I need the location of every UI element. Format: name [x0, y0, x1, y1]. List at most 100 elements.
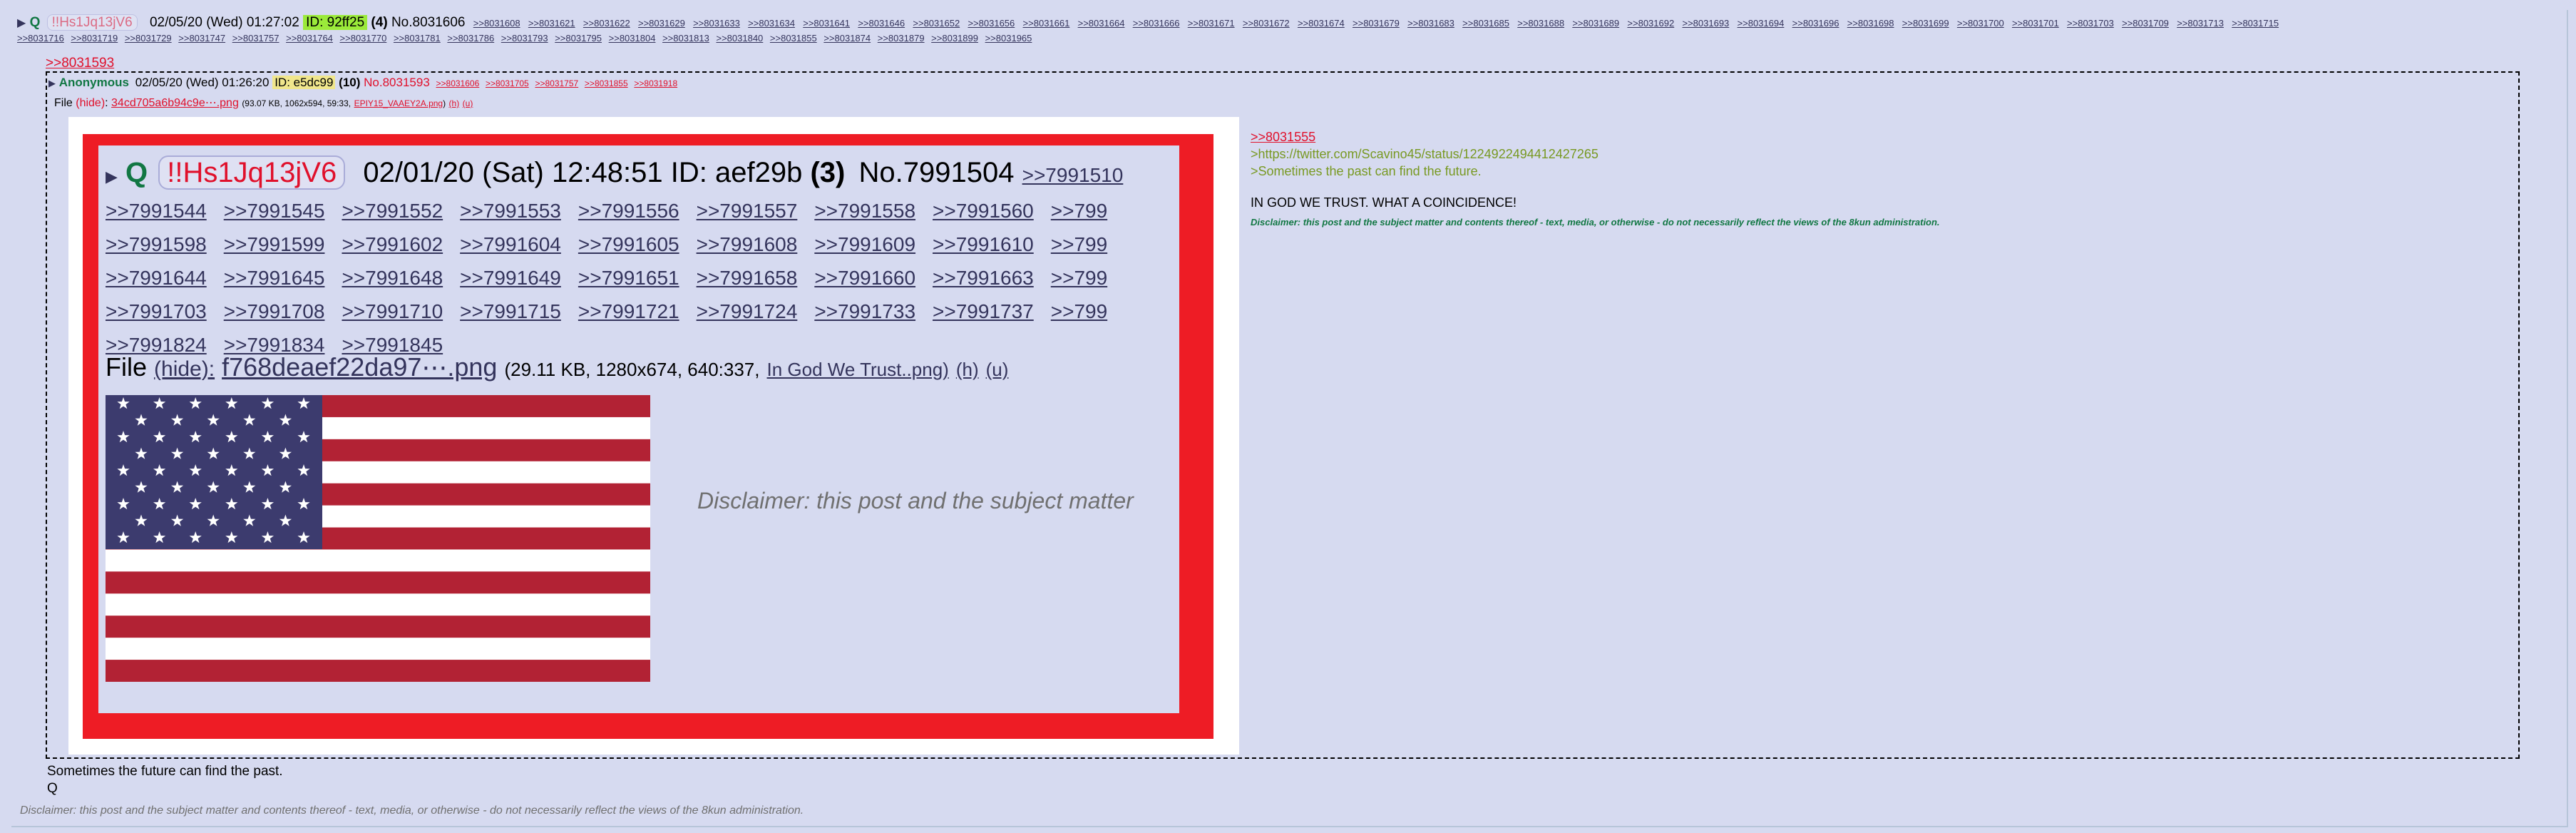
- backlink[interactable]: >>8031674: [1298, 18, 1345, 29]
- backlink[interactable]: >>8031918: [634, 78, 677, 88]
- backlink[interactable]: >>8031899: [931, 33, 978, 44]
- post-signature: Q: [47, 781, 58, 796]
- backlink[interactable]: >>8031646: [858, 18, 905, 29]
- backlink: >>7991556: [578, 200, 679, 222]
- backlink[interactable]: >>8031698: [1847, 18, 1894, 29]
- backlink[interactable]: >>8031729: [125, 33, 172, 44]
- backlink[interactable]: >>8031606: [436, 78, 480, 88]
- backlink[interactable]: >>8031652: [913, 18, 960, 29]
- backlink[interactable]: >>8031629: [638, 18, 685, 29]
- post-number[interactable]: No.8031593: [364, 76, 430, 89]
- file-original-name[interactable]: EPIY15_VAAEY2A.png: [354, 98, 443, 108]
- backlink: >>7991715: [460, 300, 561, 322]
- backlink[interactable]: >>8031622: [583, 18, 630, 29]
- backlink[interactable]: >>8031757: [232, 33, 279, 44]
- quoted-backlinks: >>8031606 >>8031705 >>8031757 >>8031855 …: [433, 76, 678, 89]
- backlink[interactable]: >>8031703: [2067, 18, 2114, 29]
- backlink: >>7991645: [223, 267, 325, 289]
- post-header: ▶ Q !!Hs1Jq13jV6 02/05/20 (Wed) 01:27:02…: [17, 14, 2561, 48]
- backlink[interactable]: >>8031671: [1188, 18, 1235, 29]
- backlink[interactable]: >>8031694: [1738, 18, 1785, 29]
- file-original-name: In God We Trust..png): [766, 359, 949, 380]
- backlink[interactable]: >>8031634: [748, 18, 795, 29]
- backlink[interactable]: >>8031621: [528, 18, 575, 29]
- backlink[interactable]: >>8031693: [1682, 18, 1729, 29]
- backlink[interactable]: >>8031713: [2177, 18, 2224, 29]
- backlink: >>7991733: [814, 300, 916, 322]
- poster-name: Q: [29, 15, 41, 30]
- backlink[interactable]: >>8031716: [17, 33, 64, 44]
- backlink[interactable]: >>8031965: [985, 33, 1032, 44]
- backlink[interactable]: >>8031688: [1517, 18, 1564, 29]
- backlink[interactable]: >>8031699: [1902, 18, 1949, 29]
- backlink[interactable]: >>8031747: [178, 33, 225, 44]
- backlink[interactable]: >>8031705: [486, 78, 529, 88]
- backlink[interactable]: >>8031719: [71, 33, 118, 44]
- file-hide-link[interactable]: (hide): [76, 97, 105, 109]
- backlink[interactable]: >>8031795: [555, 33, 602, 44]
- attached-image[interactable]: ▶ Q !!Hs1Jq13jV6 02/01/20 (Sat) 12:48:51…: [68, 117, 1239, 755]
- backlink[interactable]: >>8031661: [1023, 18, 1070, 29]
- backlink[interactable]: >>8031786: [447, 33, 494, 44]
- backlink: >>7991721: [578, 300, 679, 322]
- backlink[interactable]: >>8031700: [1957, 18, 2004, 29]
- file-h-link[interactable]: (h): [449, 98, 460, 108]
- file-label: File: [54, 97, 73, 109]
- file-meta: (29.11 KB, 1280x674, 640:337,: [504, 359, 760, 380]
- backlink[interactable]: >>8031672: [1243, 18, 1290, 29]
- collapse-caret-icon[interactable]: ▶: [17, 17, 26, 29]
- backlink[interactable]: >>8031874: [823, 33, 871, 44]
- tripcode: !!Hs1Jq13jV6: [158, 155, 346, 190]
- backlink-row: >>7991598 >>7991599 >>7991602 >>7991604 >>79…: [106, 228, 1179, 261]
- file-h-link: (h): [955, 359, 979, 380]
- post-datetime: 02/05/20 (Wed) 01:26:20: [135, 76, 270, 89]
- backlink[interactable]: >>8031701: [2012, 18, 2059, 29]
- reply-link[interactable]: >>8031555: [1251, 130, 1315, 144]
- backlink: >>7991598: [106, 233, 207, 255]
- backlink[interactable]: >>8031840: [716, 33, 763, 44]
- backlink[interactable]: >>8031855: [770, 33, 817, 44]
- backlink[interactable]: >>8031879: [878, 33, 925, 44]
- backlink: >>7991609: [814, 233, 916, 255]
- quote-reference-link[interactable]: >>8031593: [46, 56, 114, 71]
- backlink[interactable]: >>8031692: [1627, 18, 1674, 29]
- screenshot-post: ▶ Q !!Hs1Jq13jV6 02/01/20 (Sat) 12:48:51…: [98, 145, 1179, 713]
- backlink[interactable]: >>8031804: [609, 33, 656, 44]
- backlink[interactable]: >>8031696: [1792, 18, 1839, 29]
- backlink[interactable]: >>8031689: [1572, 18, 1619, 29]
- backlink[interactable]: >>8031855: [585, 78, 628, 88]
- backlink[interactable]: >>8031608: [473, 18, 520, 29]
- backlink: >>7991602: [342, 233, 443, 255]
- backlink[interactable]: >>8031770: [340, 33, 387, 44]
- file-name-link: f768deaef22da97⋯.png: [222, 352, 498, 382]
- poster-name: Q: [125, 157, 148, 188]
- backlink[interactable]: >>8031764: [286, 33, 333, 44]
- backlink: >>7991510: [1022, 164, 1124, 186]
- poster-id[interactable]: ID: e5dc99: [272, 76, 336, 89]
- file-u-link[interactable]: (u): [463, 98, 473, 108]
- backlink[interactable]: >>8031679: [1353, 18, 1400, 29]
- backlink[interactable]: >>8031664: [1078, 18, 1125, 29]
- post-datetime: 02/05/20 (Wed) 01:27:02: [149, 15, 299, 30]
- backlink[interactable]: >>8031656: [968, 18, 1015, 29]
- backlink[interactable]: >>8031641: [803, 18, 850, 29]
- backlink[interactable]: >>8031813: [662, 33, 709, 44]
- backlink[interactable]: >>8031666: [1133, 18, 1180, 29]
- poster-id[interactable]: ID: 92ff25: [303, 15, 368, 30]
- backlink: >>7991710: [342, 300, 443, 322]
- backlink[interactable]: >>8031685: [1462, 18, 1509, 29]
- backlink[interactable]: >>8031715: [2232, 18, 2279, 29]
- collapse-caret-icon[interactable]: ▶: [48, 78, 56, 88]
- backlink[interactable]: >>8031709: [2122, 18, 2169, 29]
- file-name-link[interactable]: 34cd705a6b94c9e⋯.png: [111, 97, 239, 109]
- file-hide-link: (hide):: [154, 357, 215, 381]
- file-meta: (93.07 KB, 1062x594, 59:33,: [242, 98, 351, 108]
- quoted-post: >>8031593 ▶ Anonymous 02/05/20 (Wed) 01:…: [46, 56, 2520, 776]
- post-number[interactable]: No.8031606: [391, 15, 466, 30]
- backlink[interactable]: >>8031781: [394, 33, 441, 44]
- backlink[interactable]: >>8031757: [535, 78, 578, 88]
- backlink[interactable]: >>8031793: [501, 33, 548, 44]
- backlink[interactable]: >>8031683: [1407, 18, 1454, 29]
- poster-name: Anonymous: [58, 76, 129, 89]
- backlink[interactable]: >>8031633: [693, 18, 740, 29]
